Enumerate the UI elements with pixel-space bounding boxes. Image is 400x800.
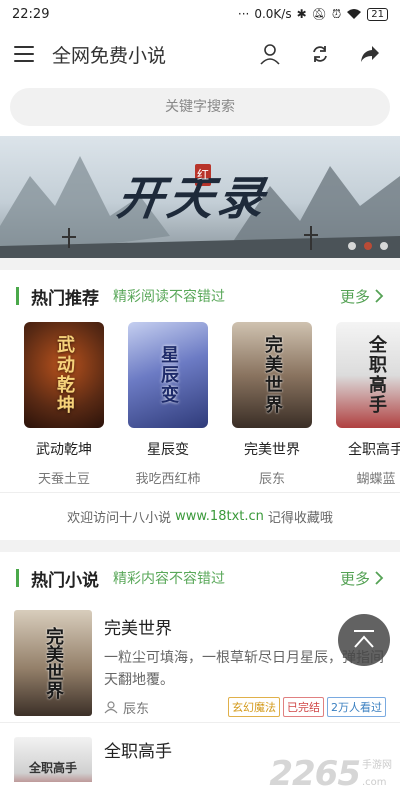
views-tag: 2万人看过 (327, 697, 386, 717)
genre-tag: 玄幻魔法 (228, 697, 280, 717)
banner-indicator (348, 242, 388, 250)
book-cover: 完美世界 (232, 322, 312, 428)
cover-title: 完美世界 (262, 335, 283, 415)
book-author: 天蚕土豆 (37, 472, 90, 487)
watermark-text: 手游网 .com (360, 760, 392, 794)
watermark-logo: 2265 手游网 .com (269, 754, 392, 794)
cover-title: 全职高手 (28, 760, 77, 775)
book-author: 我吃西红柿 (135, 472, 201, 487)
user-button[interactable] (250, 34, 290, 74)
book-author: 辰东 (258, 472, 285, 487)
welcome-prefix: 欢迎访问十八小说 (67, 511, 172, 526)
status-time: 22:29 (12, 6, 50, 22)
chevron-right-icon (375, 289, 384, 303)
wifi-icon (347, 9, 362, 19)
hot-recommend-header: 热门推荐 精彩阅读不容错过 更多 (0, 270, 400, 322)
banner-dot[interactable] (380, 242, 388, 250)
recommend-book[interactable]: 完美世界 完美世界 辰东 (220, 322, 324, 492)
cover-title: 全职高手 (366, 335, 387, 415)
status-bar: 22:29 ··· 0.0K/s ✱ 🔕︎ ⏰︎ 21 (0, 0, 400, 28)
book-cover: 武动乾坤 (24, 322, 104, 428)
author-name: 辰东 (123, 701, 150, 717)
more-button[interactable]: 更多 (340, 568, 384, 589)
section-subtitle: 精彩内容不容错过 (113, 571, 225, 587)
arrow-up-icon (354, 630, 374, 648)
menu-icon[interactable] (14, 46, 34, 62)
search-input[interactable] (10, 99, 390, 115)
novel-cover: 全职高手 (14, 737, 92, 782)
section-accent-bar (16, 287, 19, 305)
section-title: 热门推荐 (31, 288, 99, 309)
banner-title: 开天录 (113, 171, 272, 225)
book-name: 完美世界 (244, 442, 300, 458)
book-cover: 星辰变 (128, 322, 208, 428)
novel-author: 辰东 (104, 698, 225, 717)
section-divider (0, 258, 400, 270)
welcome-banner: 欢迎访问十八小说 www.18txt.cn 记得收藏哦 (0, 492, 400, 540)
novel-meta: 辰东 玄幻魔法 已完结 2万人看过 (104, 697, 386, 717)
novel-list-item[interactable]: 完美世界 完美世界 一粒尘可填海，一根草斩尽日月星辰，弹指间天翻地覆。 辰东 玄… (0, 604, 400, 722)
book-author: 蝴蝶蓝 (356, 472, 396, 487)
watermark-domain: .com (362, 777, 387, 788)
book-name: 武动乾坤 (36, 442, 92, 458)
author-icon (104, 701, 118, 714)
status-icons: ··· 0.0K/s ✱ 🔕︎ ⏰︎ 21 (238, 7, 388, 22)
banner-dot-active[interactable] (364, 242, 372, 250)
user-icon (260, 44, 280, 65)
welcome-suffix: 记得收藏哦 (267, 511, 333, 526)
search-bar[interactable] (10, 88, 390, 126)
scroll-top-button[interactable] (338, 614, 390, 666)
chevron-right-icon (375, 571, 384, 585)
site-link[interactable]: www.18txt.cn (175, 509, 264, 524)
book-name: 全职高手 (348, 442, 400, 458)
watermark-suffix: 手游网 (362, 760, 392, 771)
recommend-book[interactable]: 星辰变 星辰变 我吃西红柿 (116, 322, 220, 492)
more-label: 更多 (339, 569, 370, 588)
status-tag: 已完结 (283, 697, 324, 717)
recommend-book[interactable]: 全职高手 全职高手 蝴蝶蓝 (324, 322, 400, 492)
network-speed: 0.0K/s (254, 7, 292, 21)
banner-badge: 红 (197, 168, 210, 182)
banner-dot[interactable] (348, 242, 356, 250)
more-label: 更多 (339, 287, 370, 306)
recommend-book[interactable]: 武动乾坤 武动乾坤 天蚕土豆 (12, 322, 116, 492)
share-button[interactable] (350, 34, 390, 74)
banner-carousel[interactable]: 开天录 红 (0, 136, 400, 258)
section-accent-bar (16, 569, 19, 587)
book-cover: 全职高手 (336, 322, 400, 428)
app-title: 全网免费小说 (52, 44, 167, 67)
section-divider (0, 540, 400, 552)
bluetooth-icon: ✱ (296, 7, 307, 21)
refresh-icon (313, 46, 327, 62)
app-bar: 全网免费小说 (0, 28, 400, 80)
cover-title: 武动乾坤 (54, 335, 75, 415)
mute-icon: 🔕︎ (311, 7, 327, 21)
cover-title: 完美世界 (43, 627, 64, 699)
hot-novels-header: 热门小说 精彩内容不容错过 更多 (0, 552, 400, 604)
section-title: 热门小说 (31, 570, 99, 591)
share-icon (361, 46, 379, 62)
novel-cover: 完美世界 (14, 610, 92, 716)
section-subtitle: 精彩阅读不容错过 (113, 289, 225, 305)
recommend-list: 武动乾坤 武动乾坤 天蚕土豆 星辰变 星辰变 我吃西红柿 完美世界 完美世界 辰… (0, 322, 400, 492)
alarm-icon: ⏰︎ (331, 6, 342, 21)
refresh-button[interactable] (300, 34, 340, 74)
battery-icon: 21 (367, 7, 388, 21)
watermark-number: 2265 (269, 754, 361, 794)
book-name: 星辰变 (147, 442, 189, 458)
cover-title: 星辰变 (158, 345, 179, 405)
more-dots-icon: ··· (237, 7, 250, 21)
more-button[interactable]: 更多 (340, 286, 384, 307)
